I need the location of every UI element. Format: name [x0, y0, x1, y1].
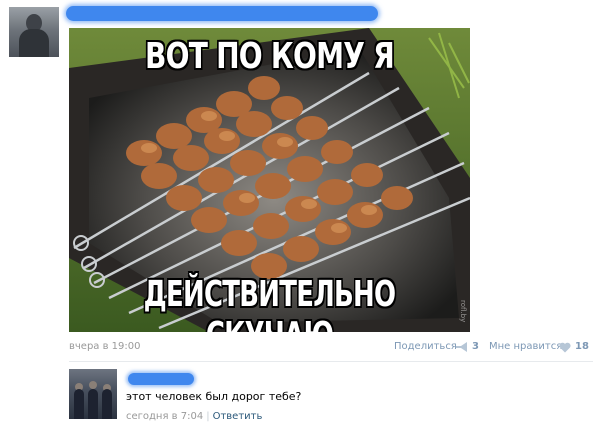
- comment-author-avatar[interactable]: [69, 369, 117, 419]
- avatar-person-body: [74, 389, 84, 419]
- post-photo[interactable]: ВОТ ПО КОМУ Я ДЕЙСТВИТЕЛЬНО СКУЧАЮ rofl.…: [69, 28, 470, 332]
- avatar-silhouette-body: [19, 29, 49, 57]
- like-button[interactable]: Мне нравится: [489, 341, 562, 352]
- meta-separator: |: [206, 411, 210, 422]
- comment-date[interactable]: сегодня в 7:04: [126, 411, 203, 422]
- avatar-person-head: [89, 381, 97, 389]
- heart-icon[interactable]: [559, 342, 571, 353]
- meme-caption-bottom: ДЕЙСТВИТЕЛЬНО СКУЧАЮ: [143, 274, 396, 332]
- comment-author-name-redacted[interactable]: [128, 373, 194, 385]
- image-watermark: rofl.by: [459, 300, 467, 323]
- post-footer: вчера в 19:00 Поделиться 3 Мне нравится …: [69, 341, 589, 355]
- divider: [69, 361, 593, 362]
- reply-button[interactable]: Ответить: [213, 411, 263, 422]
- comment-text: этот человек был дорог тебе?: [126, 390, 302, 403]
- avatar-person-body: [102, 389, 112, 419]
- post-author-name-redacted[interactable]: [66, 6, 378, 21]
- post-date[interactable]: вчера в 19:00: [69, 341, 141, 352]
- share-count[interactable]: 3: [472, 341, 479, 352]
- post-author-avatar[interactable]: [9, 7, 59, 57]
- avatar-person-body: [88, 389, 98, 419]
- meme-caption-top: ВОТ ПО КОМУ Я: [144, 36, 395, 77]
- megaphone-icon[interactable]: [455, 342, 469, 352]
- comment-meta: сегодня в 7:04 | Ответить: [126, 411, 262, 422]
- share-button[interactable]: Поделиться: [394, 341, 457, 352]
- like-count[interactable]: 18: [575, 341, 589, 352]
